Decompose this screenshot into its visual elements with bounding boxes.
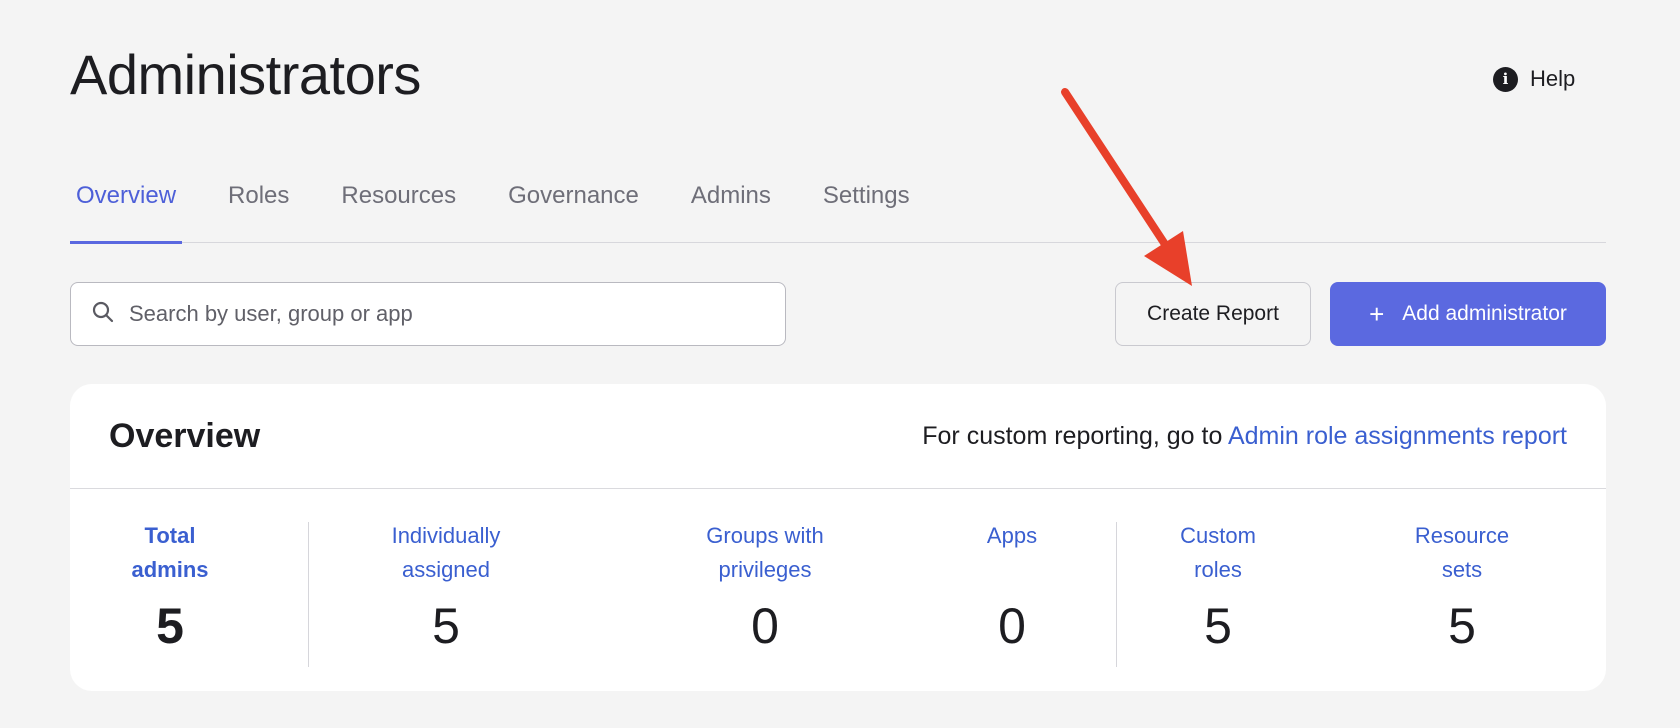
stat-label[interactable]: Custom roles	[1128, 519, 1308, 587]
stat-label[interactable]: Apps	[922, 519, 1102, 587]
stat-individually-assigned: Individually assigned 5	[356, 519, 536, 655]
overview-card-header: Overview For custom reporting, go to Adm…	[70, 384, 1606, 489]
admin-role-assignments-report-link[interactable]: Admin role assignments report	[1228, 422, 1567, 450]
stat-label-line: Individually	[391, 523, 501, 548]
stat-label[interactable]: Resource sets	[1372, 519, 1552, 587]
tab-settings[interactable]: Settings	[817, 172, 916, 242]
tab-overview[interactable]: Overview	[70, 172, 183, 244]
tab-roles[interactable]: Roles	[222, 172, 295, 242]
stat-label-line: assigned	[401, 557, 491, 582]
stat-label-line: admins	[131, 557, 209, 582]
stat-total-admins: Total admins 5	[80, 519, 260, 655]
plus-icon: +	[1369, 299, 1385, 329]
stat-divider	[308, 522, 309, 667]
stat-label-line: roles	[1194, 557, 1242, 582]
overview-title: Overview	[109, 416, 261, 455]
stat-label-line: Total	[144, 523, 196, 548]
create-report-button[interactable]: Create Report	[1115, 282, 1311, 346]
overview-stats: Total admins 5 Individually assigned 5 G…	[70, 489, 1606, 691]
stat-label-line	[922, 553, 1102, 587]
add-administrator-label: Add administrator	[1402, 302, 1567, 325]
help-button[interactable]: i Help	[1493, 66, 1575, 92]
stat-value: 5	[1204, 598, 1232, 654]
tab-admins[interactable]: Admins	[685, 172, 777, 242]
stat-value: 5	[1448, 598, 1476, 654]
info-icon: i	[1493, 66, 1518, 92]
custom-reporting-text: For custom reporting, go to	[922, 421, 1228, 450]
add-administrator-button[interactable]: + Add administrator	[1330, 282, 1606, 346]
stat-value: 5	[432, 598, 460, 654]
stat-label[interactable]: Individually assigned	[356, 519, 536, 587]
stat-label-line: Custom	[1180, 523, 1256, 548]
stat-divider	[1116, 522, 1117, 667]
stat-value: 5	[156, 598, 184, 654]
help-label: Help	[1530, 66, 1576, 91]
stat-label-line: sets	[1441, 557, 1483, 582]
stat-resource-sets: Resource sets 5	[1372, 519, 1552, 655]
stat-value: 0	[751, 598, 779, 654]
page-title: Administrators	[70, 43, 421, 106]
stat-label-line: Apps	[986, 523, 1038, 548]
stat-value: 0	[998, 598, 1026, 654]
search-input[interactable]	[129, 301, 785, 327]
search-box	[70, 282, 786, 346]
stat-label[interactable]: Total admins	[80, 519, 260, 587]
stat-label-line: privileges	[718, 557, 812, 582]
tab-bar: Overview Roles Resources Governance Admi…	[70, 172, 1606, 244]
overview-card: Overview For custom reporting, go to Adm…	[70, 384, 1606, 691]
search-icon	[91, 300, 115, 329]
stat-apps: Apps 0	[922, 519, 1102, 655]
stat-label-line: Groups with	[706, 523, 824, 548]
stat-label-line: Resource	[1414, 523, 1510, 548]
stat-label[interactable]: Groups with privileges	[675, 519, 855, 587]
tab-governance[interactable]: Governance	[502, 172, 645, 242]
custom-reporting-note: For custom reporting, go to Admin role a…	[922, 422, 1567, 451]
stat-groups-with-privileges: Groups with privileges 0	[675, 519, 855, 655]
tab-resources[interactable]: Resources	[335, 172, 462, 242]
stat-custom-roles: Custom roles 5	[1128, 519, 1308, 655]
